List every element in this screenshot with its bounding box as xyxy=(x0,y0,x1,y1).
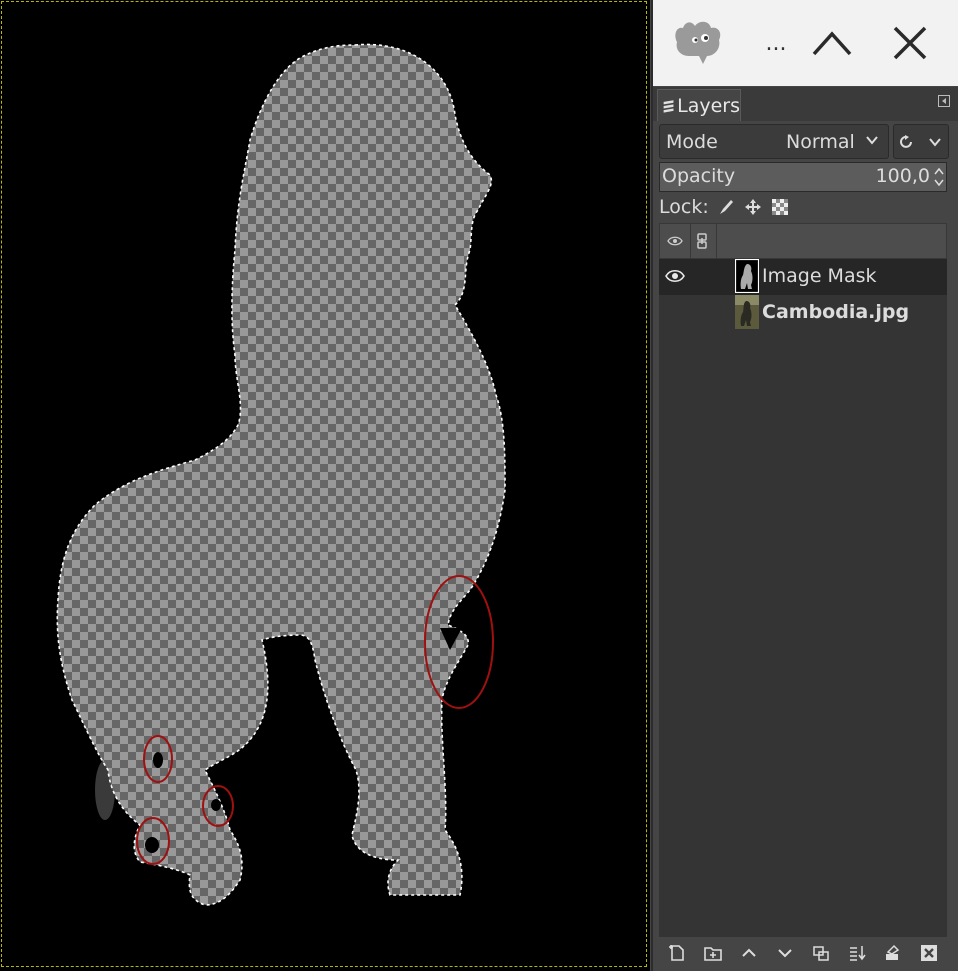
layer-thumbnail xyxy=(735,259,759,293)
new-layer-icon[interactable] xyxy=(668,944,686,962)
layer-list-header xyxy=(659,223,947,259)
tab-layers-label: Layers xyxy=(677,94,740,117)
lock-alpha-icon[interactable] xyxy=(771,198,789,216)
layer-row-cambodia[interactable]: Cambodia.jpg xyxy=(659,295,947,331)
composite-mode-dropdown[interactable] xyxy=(893,124,949,159)
chevron-down-icon xyxy=(866,136,878,145)
gimp-wilber-icon xyxy=(675,21,721,64)
lock-pixels-icon[interactable] xyxy=(717,198,735,216)
mode-label: Mode xyxy=(666,130,718,153)
close-icon xyxy=(893,26,927,60)
image-canvas[interactable] xyxy=(0,0,650,971)
close-button[interactable] xyxy=(881,18,939,68)
dock-tab-bar: Layers xyxy=(653,87,958,121)
layer-name: Cambodia.jpg xyxy=(762,301,910,323)
visibility-toggle[interactable] xyxy=(665,304,685,320)
composite-mode-icon xyxy=(900,135,912,148)
new-group-icon[interactable] xyxy=(704,944,722,962)
spin-arrows-icon[interactable] xyxy=(934,166,944,188)
lock-row: Lock: xyxy=(659,196,798,218)
lock-label: Lock: xyxy=(659,196,709,218)
tab-layers[interactable]: Layers xyxy=(657,89,741,121)
chevron-down-icon xyxy=(929,138,941,147)
canvas-drawing xyxy=(56,43,506,906)
overflow-label: ... xyxy=(765,30,787,56)
mode-value: Normal xyxy=(786,130,855,153)
opacity-value: 100,0 xyxy=(875,165,930,187)
lower-layer-icon[interactable] xyxy=(776,944,794,962)
mask-hole xyxy=(153,752,163,768)
mask-hole xyxy=(457,604,467,620)
maximize-icon xyxy=(812,31,852,56)
layer-thumbnail xyxy=(735,295,759,329)
layers-icon xyxy=(663,99,674,113)
mode-dropdown[interactable]: Mode Normal xyxy=(659,124,889,159)
window-titlebar[interactable]: ... xyxy=(653,0,958,86)
mode-row: Mode Normal xyxy=(659,124,949,159)
dock-menu-icon[interactable] xyxy=(938,95,950,107)
raise-layer-icon[interactable] xyxy=(740,944,758,962)
delete-layer-icon[interactable] xyxy=(920,944,938,962)
mask-hole xyxy=(211,799,221,811)
layer-row-image-mask[interactable]: Image Mask xyxy=(659,259,947,295)
opacity-slider[interactable]: Opacity 100,0 xyxy=(659,162,947,192)
duplicate-layer-icon[interactable] xyxy=(812,944,830,962)
overflow-menu-button[interactable]: ... xyxy=(761,18,791,68)
merge-down-icon[interactable] xyxy=(848,944,866,962)
maximize-button[interactable] xyxy=(803,18,861,68)
statue-silhouette xyxy=(56,43,506,906)
lock-position-icon[interactable] xyxy=(744,198,762,216)
layer-name: Image Mask xyxy=(762,265,877,287)
layer-list: Image Mask Cambodia.jpg xyxy=(659,259,947,937)
opacity-label: Opacity xyxy=(662,165,736,187)
mask-hole xyxy=(145,837,159,853)
chain-link-icon[interactable] xyxy=(696,233,708,249)
eye-icon[interactable] xyxy=(667,235,683,247)
right-dock-panel: ... Layers Mode Normal Opacity 100,0 Loc… xyxy=(651,0,958,971)
add-mask-icon[interactable] xyxy=(884,944,902,962)
layers-bottom-toolbar xyxy=(659,937,947,969)
visibility-eye-icon[interactable] xyxy=(665,268,685,284)
